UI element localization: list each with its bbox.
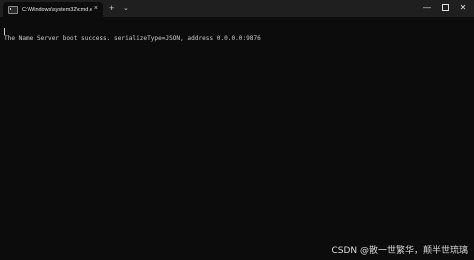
tab-dropdown-button[interactable]: ⌄ [123, 3, 129, 14]
title-bar: C:\Windows\system32\cmd.e × + ⌄ — ✕ [0, 0, 474, 17]
tab-close-button[interactable]: × [94, 4, 98, 14]
console-output[interactable]: The Name Server boot success. serializeT… [4, 19, 261, 59]
terminal-window: C:\Windows\system32\cmd.e × + ⌄ — ✕ The … [0, 0, 474, 260]
maximize-button[interactable] [438, 2, 452, 14]
tab-cmd[interactable]: C:\Windows\system32\cmd.e × [3, 2, 103, 17]
console-line: The Name Server boot success. serializeT… [4, 35, 261, 42]
new-tab-button[interactable]: + [109, 3, 114, 14]
close-button[interactable]: ✕ [456, 2, 470, 14]
maximize-icon [441, 4, 449, 12]
watermark: CSDN @散一世繁华，颠半世琉璃 [331, 246, 468, 256]
text-cursor [4, 28, 5, 35]
terminal-icon [8, 5, 18, 14]
tab-title: C:\Windows\system32\cmd.e [22, 6, 92, 13]
minimize-button[interactable]: — [420, 2, 434, 14]
